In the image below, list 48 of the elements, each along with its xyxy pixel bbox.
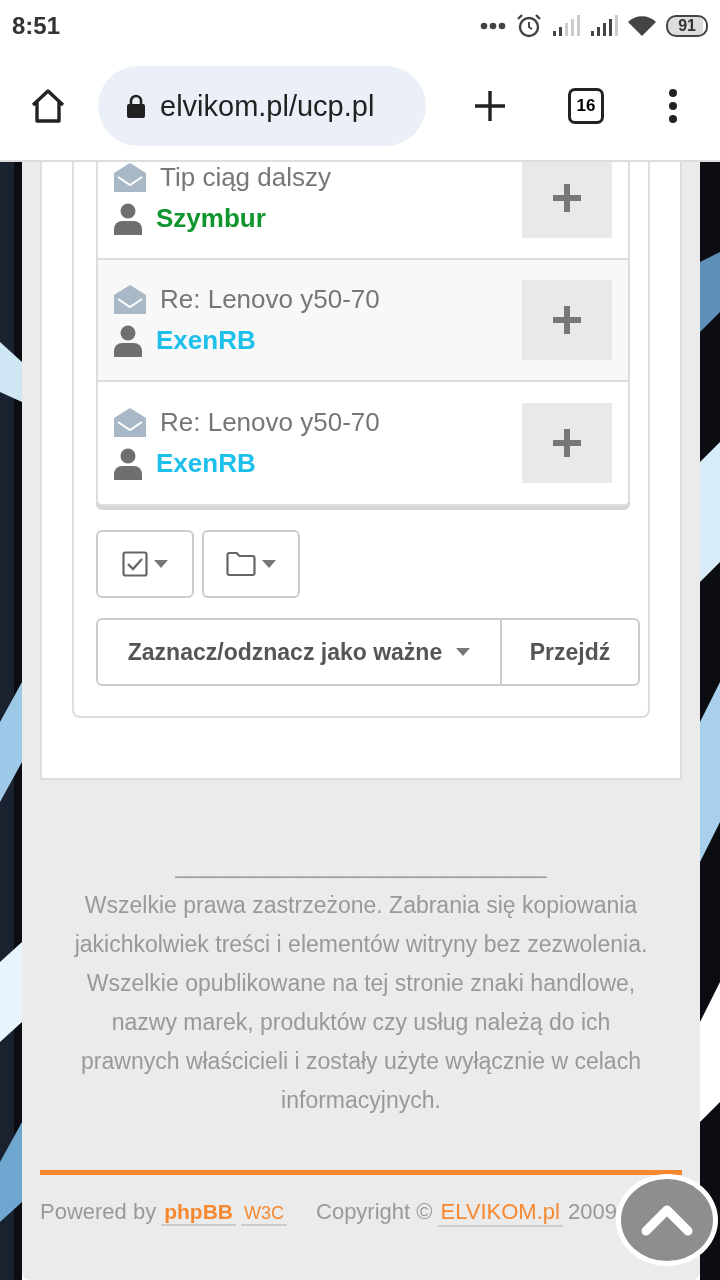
plus-icon [552,183,582,213]
message-row[interactable]: Re: Lenovo y50-70 ExenRB [98,382,628,504]
url-text: elvikom.pl/ucp.pl [160,89,375,123]
wifi-icon [628,15,657,37]
envelope-icon [114,407,146,437]
expand-button[interactable] [522,162,612,238]
caret-icon [456,648,471,656]
footer-notice: Wszelkie opublikowane na tej stronie znaki handlowe, nazwy marek, produktów czy usług należą do ich prawnych właścicieli i zostały użyte wyłącznie w celach informacyjnych. [80,969,642,1115]
user-icon [114,324,142,357]
message-title[interactable]: Re: Lenovo y50-70 [160,283,380,315]
caret-icon [154,560,168,568]
more-dots-icon [480,22,507,30]
envelope-icon [114,284,146,314]
plus-icon[interactable] [474,90,506,122]
expand-button[interactable] [522,280,612,360]
home-icon[interactable] [30,88,66,124]
year-text: 2009 [567,1199,617,1225]
user-icon [114,447,142,480]
expand-button[interactable] [522,403,612,483]
powered-by-text: Powered by [40,1199,157,1225]
signal-icon [590,15,619,37]
caret-icon [262,560,276,568]
clock-time: 8:51 [12,12,61,40]
chevron-up-icon [641,1204,693,1236]
message-title[interactable]: Re: Lenovo y50-70 [160,406,380,438]
folder-dropdown-button[interactable] [202,530,300,598]
user-icon [114,202,142,235]
mark-dropdown-button[interactable] [96,530,194,598]
battery-level: 91 [666,15,708,37]
copyright-text: Copyright © [316,1199,433,1225]
address-bar[interactable]: elvikom.pl/ucp.pl [98,66,426,146]
tab-count-button[interactable]: 16 [568,88,604,124]
go-button[interactable]: Przejdź [502,618,640,686]
menu-icon[interactable] [668,89,678,123]
footer-notice: Wszelkie prawa zastrzeżone. Zabrania się kopiowania jakichkolwiek treści i elementów witryny bez zezwolenia. [73,891,649,959]
author-name[interactable]: Szymbur [156,203,266,234]
message-title[interactable]: Tip ciąg dalszy [160,162,331,193]
folder-icon [226,552,256,576]
message-row[interactable]: Re: Lenovo y50-70 ExenRB [98,260,628,382]
lock-icon [126,94,146,118]
alarm-clock-icon [516,13,543,39]
action-select[interactable]: Zaznacz/odznacz jako ważne [96,618,502,686]
checkbox-icon [122,551,148,577]
plus-icon [552,428,582,458]
plus-icon [552,305,582,335]
message-row[interactable]: Tip ciąg dalszy Szymbur [98,162,628,260]
signal-icon [552,15,581,37]
underscore-rule: _____________________________ [174,851,548,880]
